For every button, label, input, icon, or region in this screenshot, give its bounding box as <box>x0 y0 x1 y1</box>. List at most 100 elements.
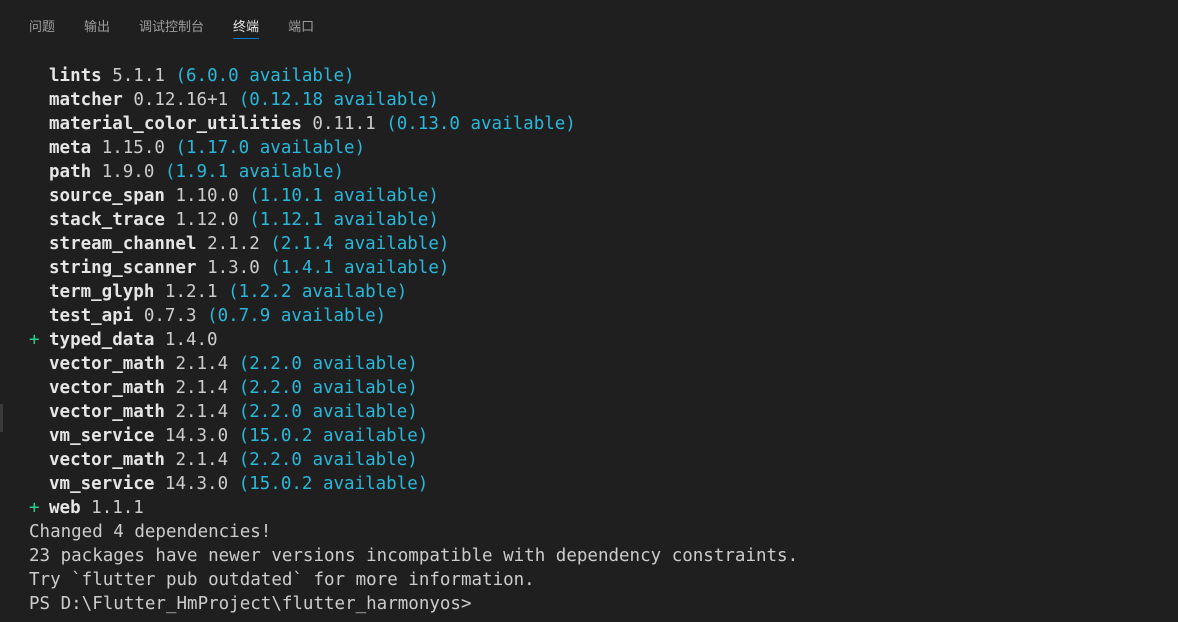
tab-problems[interactable]: 问题 <box>29 0 55 40</box>
package-version: 1.2.1 <box>164 282 218 302</box>
terminal-line: source_span 1.10.0 (1.10.1 available) <box>29 184 1178 208</box>
package-version: 0.12.16+1 <box>133 90 229 110</box>
tab-output[interactable]: 输出 <box>84 0 110 40</box>
available-version: (0.13.0 available) <box>386 114 576 134</box>
shell-prompt: PS D:\Flutter_HmProject\flutter_harmonyo… <box>29 594 472 614</box>
package-version: 14.3.0 <box>164 474 229 494</box>
package-name: material_color_utilities <box>49 114 302 134</box>
package-version: 1.4.0 <box>164 330 218 350</box>
package-name: string_scanner <box>49 258 197 278</box>
package-name: typed_data <box>49 330 155 350</box>
package-name: lints <box>49 66 102 86</box>
package-version: 2.1.4 <box>175 402 229 422</box>
available-version: (15.0.2 available) <box>238 426 429 446</box>
panel-resize-edge[interactable] <box>0 404 3 432</box>
terminal-line: vm_service 14.3.0 (15.0.2 available) <box>29 424 1178 448</box>
terminal-line: string_scanner 1.3.0 (1.4.1 available) <box>29 256 1178 280</box>
package-name: stack_trace <box>49 210 165 230</box>
package-version: 14.3.0 <box>164 426 229 446</box>
package-version: 1.1.1 <box>91 498 144 518</box>
terminal-line: vector_math 2.1.4 (2.2.0 available) <box>29 448 1178 472</box>
terminal-panel: 问题 输出 调试控制台 终端 端口 lints 5.1.1 (6.0.0 ava… <box>0 0 1178 622</box>
available-version: (0.7.9 available) <box>207 306 387 326</box>
terminal-line: lints 5.1.1 (6.0.0 available) <box>29 64 1178 88</box>
terminal-line: path 1.9.0 (1.9.1 available) <box>29 160 1178 184</box>
package-name: path <box>49 162 92 182</box>
package-name: term_glyph <box>49 282 155 302</box>
package-name: source_span <box>49 186 165 206</box>
available-version: (2.2.0 available) <box>238 378 418 398</box>
available-version: (0.12.18 available) <box>238 90 439 110</box>
package-name: test_api <box>49 306 134 326</box>
package-version: 1.9.0 <box>101 162 155 182</box>
terminal-output[interactable]: lints 5.1.1 (6.0.0 available) matcher 0.… <box>29 64 1178 616</box>
terminal-line: test_api 0.7.3 (0.7.9 available) <box>29 304 1178 328</box>
package-name: vm_service <box>49 474 155 494</box>
added-marker: + <box>29 498 40 518</box>
package-version: 2.1.4 <box>175 450 229 470</box>
terminal-line: vector_math 2.1.4 (2.2.0 available) <box>29 352 1178 376</box>
package-version: 0.11.1 <box>312 114 376 134</box>
package-name: vector_math <box>49 354 165 374</box>
package-version: 5.1.1 <box>112 66 165 86</box>
terminal-line: stream_channel 2.1.2 (2.1.4 available) <box>29 232 1178 256</box>
package-version: 1.15.0 <box>101 138 165 158</box>
terminal-line: meta 1.15.0 (1.17.0 available) <box>29 136 1178 160</box>
terminal-line: stack_trace 1.12.0 (1.12.1 available) <box>29 208 1178 232</box>
available-version: (2.2.0 available) <box>238 354 418 374</box>
terminal-line: Try `flutter pub outdated` for more info… <box>29 570 535 590</box>
package-name: stream_channel <box>49 234 197 254</box>
package-name: vm_service <box>49 426 155 446</box>
available-version: (1.2.2 available) <box>228 282 408 302</box>
available-version: (1.17.0 available) <box>175 138 366 158</box>
available-version: (1.9.1 available) <box>164 162 345 182</box>
terminal-line: material_color_utilities 0.11.1 (0.13.0 … <box>29 112 1178 136</box>
package-version: 2.1.4 <box>175 378 229 398</box>
terminal-line: Changed 4 dependencies! <box>29 522 272 542</box>
terminal-line: + web 1.1.1 <box>29 496 1178 520</box>
terminal-line: vector_math 2.1.4 (2.2.0 available) <box>29 376 1178 400</box>
package-version: 0.7.3 <box>143 306 197 326</box>
available-version: (6.0.0 available) <box>175 66 355 86</box>
terminal-line: vector_math 2.1.4 (2.2.0 available) <box>29 400 1178 424</box>
available-version: (1.12.1 available) <box>249 210 439 230</box>
package-version: 1.12.0 <box>175 210 239 230</box>
tab-debug-console[interactable]: 调试控制台 <box>139 0 204 40</box>
tab-terminal[interactable]: 终端 <box>233 0 260 40</box>
terminal-line: + typed_data 1.4.0 <box>29 328 1178 352</box>
tab-ports[interactable]: 端口 <box>288 0 314 40</box>
terminal-line: term_glyph 1.2.1 (1.2.2 available) <box>29 280 1178 304</box>
available-version: (1.10.1 available) <box>249 186 439 206</box>
available-version: (2.2.0 available) <box>238 450 418 470</box>
package-version: 2.1.4 <box>175 354 229 374</box>
available-version: (15.0.2 available) <box>238 474 429 494</box>
terminal-line: vm_service 14.3.0 (15.0.2 available) <box>29 472 1178 496</box>
package-name: vector_math <box>49 378 165 398</box>
package-version: 2.1.2 <box>207 234 260 254</box>
available-version: (2.2.0 available) <box>238 402 418 422</box>
package-name: vector_math <box>49 450 165 470</box>
terminal-line: matcher 0.12.16+1 (0.12.18 available) <box>29 88 1178 112</box>
terminal-line: 23 packages have newer versions incompat… <box>29 546 799 566</box>
available-version: (2.1.4 available) <box>270 234 450 254</box>
available-version: (1.4.1 available) <box>270 258 450 278</box>
added-marker: + <box>29 330 40 350</box>
package-name: matcher <box>49 90 123 110</box>
package-name: web <box>49 498 81 518</box>
